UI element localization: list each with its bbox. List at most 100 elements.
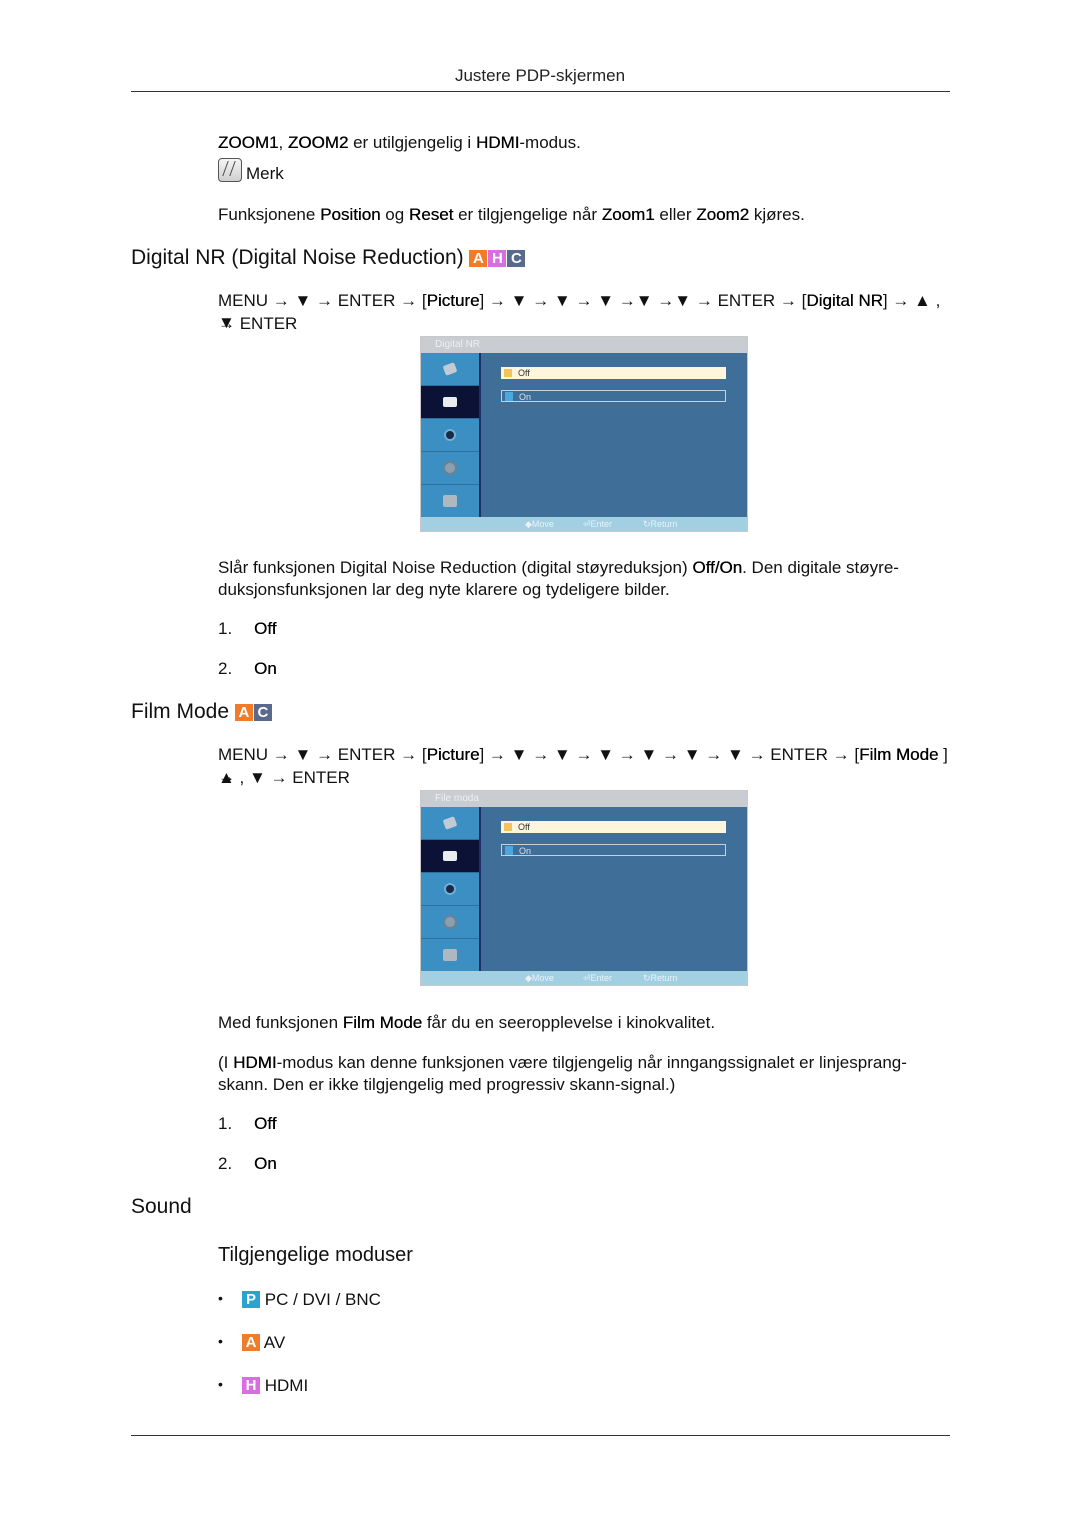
digital-nr-menu-path-cont: → ENTER (218, 314, 298, 333)
list-number: 1. (218, 619, 233, 638)
input-satellite-icon (442, 362, 458, 376)
text: Funksjonene (218, 205, 321, 224)
text: MENU → ▼ → ENTER → [ (218, 291, 427, 310)
option-label: Off (518, 368, 530, 378)
option-marker-icon (505, 391, 513, 401)
zoom1-term: Zoom1 (601, 205, 655, 224)
gear-icon (445, 463, 455, 473)
text: . Den digitale støyre- (742, 558, 899, 577)
hdmi-mode-badge-icon: H (488, 250, 507, 267)
enter-label: Enter (590, 519, 613, 529)
sound-icon (446, 431, 454, 439)
text: , (278, 133, 288, 152)
av-mode-badge-icon: A (469, 250, 488, 267)
mode-label: HDMI (264, 1376, 309, 1395)
osd-footer: ◆ Move ⏎ Enter ↻ Return (421, 517, 747, 531)
list-label: Off (254, 1114, 277, 1133)
digital-nr-osd-screenshot: Digital NR Off On ◆ Move ⏎ Enter ↻ Retur… (420, 336, 748, 532)
component-mode-badge-icon: C (507, 250, 526, 267)
text: og (380, 205, 409, 224)
list-item: 2. On (218, 1154, 277, 1174)
gear-icon (445, 917, 455, 927)
osd-option-off: Off (501, 821, 726, 833)
bullet: • (218, 1333, 223, 1349)
digital-nr-heading: Digital NR (Digital Noise Reduction) AHC (131, 246, 526, 270)
osd-tab-setup (421, 906, 479, 939)
mode-list-item: • A AV (218, 1333, 285, 1353)
av-mode-badge-icon: A (242, 1334, 260, 1351)
check-icon (504, 369, 512, 377)
hdmi-term: HDMI (233, 1053, 277, 1072)
osd-footer: ◆ Move ⏎ Enter ↻ Return (421, 971, 747, 985)
film-mode-title: Film Mode (131, 700, 230, 723)
zoom2-term: Zoom2 (696, 205, 750, 224)
move-hint: ◆ Move (525, 973, 554, 983)
text: -modus. (519, 133, 581, 152)
film-mode-term: Film Mode (342, 1013, 423, 1032)
film-mode-heading: Film Mode AC (131, 700, 272, 724)
av-mode-badge-icon: A (234, 704, 253, 721)
mode-label: PC / DVI / BNC (264, 1290, 381, 1309)
return-hint: ↻ Return (643, 519, 678, 529)
film-mode-term: Film Mode (859, 745, 939, 764)
input-satellite-icon (442, 816, 458, 830)
page-header-title: Justere PDP-skjermen (454, 66, 626, 85)
return-label: Return (650, 973, 678, 983)
mode-list-item: • H HDMI (218, 1376, 308, 1396)
option-label: On (519, 846, 532, 856)
text: er utilgjengelig i (348, 133, 476, 152)
list-item: 1. Off (218, 1114, 276, 1134)
text: Med funksjonen (218, 1013, 343, 1032)
return-hint: ↻ Return (643, 973, 678, 983)
film-mode-menu-path-cont: ▲ , ▼ → ENTER (218, 768, 350, 787)
list-item: 2. On (218, 659, 277, 679)
note-text: Funksjonene Position og Reset er tilgjen… (218, 204, 953, 226)
list-number: 1. (218, 1114, 233, 1133)
text: (I (218, 1053, 234, 1072)
mode-list-item: • P PC / DVI / BNC (218, 1290, 381, 1310)
reset-term: Reset (408, 205, 454, 224)
header-rule (131, 91, 950, 92)
enter-hint: ⏎ Enter (583, 973, 613, 983)
enter-label: Enter (590, 973, 613, 983)
text: ] → ▼ → ▼ → ▼ →▼ →▼ → ENTER → [ (479, 291, 807, 310)
osd-tab-input (421, 807, 479, 840)
picture-term: Picture (426, 291, 480, 310)
zoom1-term: ZOOM1 (218, 133, 279, 152)
film-mode-osd-screenshot: File moda Off On ◆ Move ⏎ Enter ↻ Return (420, 790, 748, 986)
text: eller (654, 205, 697, 224)
film-mode-hdmi-note: (I HDMI-modus kan denne funksjonen være … (218, 1052, 953, 1096)
position-term: Position (320, 205, 381, 224)
list-number: 2. (218, 1154, 233, 1173)
sound-icon (446, 885, 454, 893)
bullet: • (218, 1376, 223, 1392)
move-label: Move (531, 519, 554, 529)
osd-tab-picture (421, 840, 479, 873)
text: MENU → ▼ → ENTER → [ (218, 745, 427, 764)
zoom-availability-note: ZOOM1, ZOOM2 er utilgjengelig i HDMI-mod… (218, 132, 953, 154)
text: ] → ▼ → ▼ → ▼ → ▼ → ▼ → ▼ → ENTER → [ (479, 745, 860, 764)
text: kjøres. (749, 205, 805, 224)
osd-option-on: On (501, 390, 726, 402)
note-pencil-icon (218, 158, 242, 182)
note-label: Merk (246, 164, 284, 183)
list-label: On (254, 659, 277, 678)
osd-sidebar (421, 807, 481, 972)
osd-tab-picture (421, 386, 479, 419)
component-mode-badge-icon: C (253, 704, 272, 721)
monitor-icon (443, 949, 457, 961)
picture-icon (443, 851, 457, 861)
osd-tab-input (421, 353, 479, 386)
osd-tab-multi-control (421, 939, 479, 972)
mode-label: AV (263, 1333, 286, 1352)
osd-title: File moda (421, 791, 747, 807)
move-label: Move (531, 973, 554, 983)
note-heading: Merk (218, 158, 953, 185)
osd-option-off: Off (501, 367, 726, 379)
bullet: • (218, 1290, 223, 1306)
digital-nr-title: Digital NR (Digital Noise Reduction) (131, 246, 464, 269)
available-modes-heading: Tilgjengelige moduser (218, 1244, 413, 1266)
digital-nr-description: Slår funksjonen Digital Noise Reduction … (218, 557, 953, 601)
sound-heading: Sound (131, 1195, 192, 1218)
move-hint: ◆ Move (525, 519, 554, 529)
